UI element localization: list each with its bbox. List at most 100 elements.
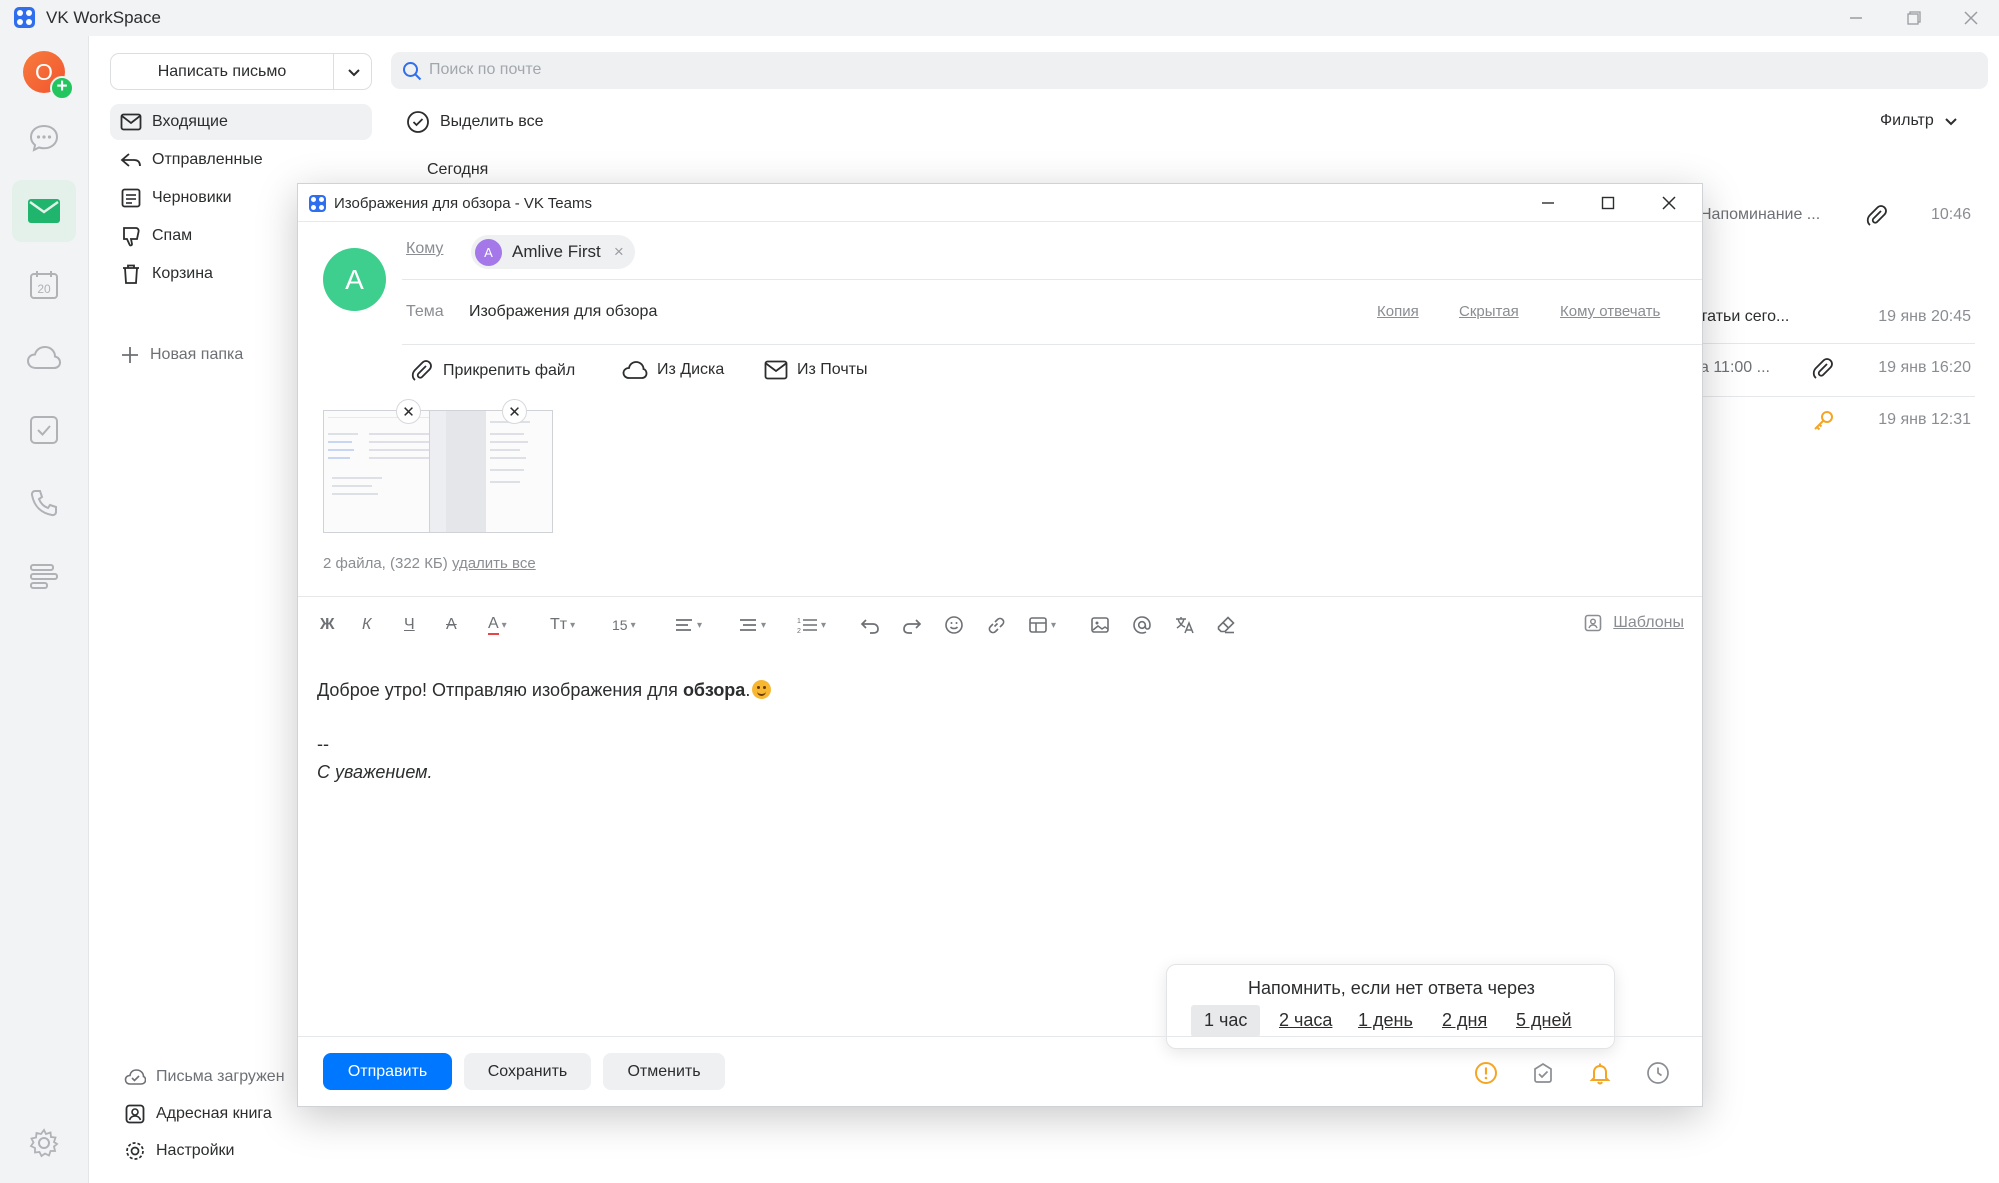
filter-button[interactable]: Фильтр bbox=[1880, 112, 1958, 130]
select-all-button[interactable]: Выделить все bbox=[406, 110, 543, 134]
link-icon[interactable] bbox=[986, 613, 1006, 637]
reminder-option-2d[interactable]: 2 дня bbox=[1442, 1005, 1487, 1037]
calendar-day: 20 bbox=[37, 282, 51, 296]
paperclip-icon bbox=[1865, 204, 1889, 228]
envelope-icon bbox=[764, 360, 788, 380]
important-icon[interactable] bbox=[1474, 1061, 1498, 1085]
bullet-list-icon bbox=[740, 619, 756, 631]
from-mail-button[interactable]: Из Почты bbox=[764, 359, 868, 381]
folder-label: Корзина bbox=[152, 265, 213, 282]
maximize-icon[interactable] bbox=[1578, 184, 1638, 222]
chevron-down-icon[interactable] bbox=[347, 65, 361, 79]
bold-button[interactable]: Ж bbox=[320, 613, 334, 637]
restore-icon[interactable] bbox=[1885, 0, 1943, 36]
settings-gear-icon[interactable] bbox=[12, 1112, 76, 1174]
phone-icon[interactable] bbox=[12, 472, 76, 534]
mail-loading-status: Письма загружен bbox=[124, 1066, 285, 1088]
remove-attachment-icon[interactable]: ✕ bbox=[502, 399, 527, 424]
align-left-icon bbox=[676, 619, 692, 631]
signature-dash: -- bbox=[317, 734, 329, 754]
cloud-icon[interactable] bbox=[12, 327, 76, 389]
align-button[interactable]: ▾ bbox=[674, 613, 702, 637]
compose-button[interactable]: Написать письмо bbox=[110, 53, 372, 90]
boards-icon[interactable] bbox=[12, 545, 76, 607]
templates-button[interactable]: Шаблоны bbox=[1583, 613, 1684, 633]
send-button[interactable]: Отправить bbox=[323, 1053, 452, 1090]
files-count: 2 файла, (322 КБ) bbox=[323, 555, 448, 572]
close-app-icon[interactable] bbox=[1942, 0, 1999, 36]
mention-icon[interactable] bbox=[1132, 613, 1152, 637]
subject-label: Тема bbox=[406, 303, 444, 320]
remove-recipient-icon[interactable]: × bbox=[614, 242, 624, 262]
cancel-button[interactable]: Отменить bbox=[603, 1053, 725, 1090]
loading-label: Письма загружен bbox=[156, 1068, 285, 1085]
numbered-list-button[interactable]: 1 2 ▾ bbox=[796, 613, 826, 637]
from-mail-label: Из Почты bbox=[797, 361, 868, 378]
reminder-option-1d[interactable]: 1 день bbox=[1358, 1005, 1413, 1037]
bullet-list-button[interactable]: ▾ bbox=[738, 613, 766, 637]
bold-word: обзора bbox=[682, 680, 746, 700]
reminder-bell-icon[interactable] bbox=[1588, 1061, 1612, 1085]
search-placeholder: Поиск по почте bbox=[429, 61, 542, 78]
formatting-toolbar: Ж К Ч А А ▾ Тт ▾ 15 ▾ ▾ ▾ 1 2 ▾ ▾ Шаблон… bbox=[298, 596, 1702, 652]
app-title: VK WorkSpace bbox=[46, 8, 161, 27]
subject-input[interactable]: Изображения для обзора bbox=[469, 303, 657, 321]
save-button[interactable]: Сохранить bbox=[464, 1053, 591, 1090]
table-button[interactable]: ▾ bbox=[1028, 613, 1056, 637]
undo-icon[interactable] bbox=[860, 613, 880, 637]
mail-row[interactable]: Напоминание ... 10:46 bbox=[1700, 191, 1975, 241]
trash-icon bbox=[120, 263, 142, 285]
add-account-icon[interactable]: + bbox=[50, 76, 74, 100]
mail-icon[interactable] bbox=[12, 180, 76, 242]
text-color-button[interactable]: А ▾ bbox=[488, 613, 507, 637]
key-icon bbox=[1811, 409, 1835, 433]
emoji-icon[interactable] bbox=[944, 613, 964, 637]
italic-button[interactable]: К bbox=[362, 613, 371, 637]
delete-all-link[interactable]: удалить все bbox=[452, 555, 536, 572]
to-label[interactable]: Кому bbox=[406, 240, 443, 258]
recipient-chip[interactable]: A Amlive First × bbox=[471, 235, 635, 269]
message-body[interactable]: Доброе утро! Отправляю изображения для о… bbox=[317, 676, 772, 786]
reminder-option-1h[interactable]: 1 час bbox=[1191, 1005, 1261, 1037]
close-icon[interactable] bbox=[1639, 184, 1699, 222]
underline-button[interactable]: Ч bbox=[404, 613, 415, 637]
from-disk-button[interactable]: Из Диска bbox=[622, 359, 724, 381]
mail-row[interactable]: а 11:00 ... 19 янв 16:20 bbox=[1700, 344, 1975, 394]
folder-sent[interactable]: Отправленные bbox=[110, 142, 372, 178]
remove-attachment-icon[interactable]: ✕ bbox=[396, 399, 421, 424]
filter-label: Фильтр bbox=[1880, 112, 1934, 129]
font-size-select[interactable]: 15 ▾ bbox=[612, 613, 636, 637]
mail-row[interactable]: 19 янв 12:31 bbox=[1700, 396, 1975, 446]
minimize-icon[interactable] bbox=[1827, 0, 1885, 36]
new-folder-button[interactable]: Новая папка bbox=[120, 345, 243, 365]
attach-file-button[interactable]: Прикрепить файл bbox=[410, 359, 575, 383]
search-input[interactable]: Поиск по почте bbox=[391, 52, 1988, 89]
font-style-button[interactable]: Тт ▾ bbox=[550, 613, 575, 637]
svg-text:2: 2 bbox=[797, 628, 801, 635]
address-book-link[interactable]: Адресная книга bbox=[124, 1103, 272, 1125]
app-titlebar: VK WorkSpace bbox=[0, 0, 1999, 36]
attachment-thumbnail[interactable] bbox=[429, 410, 553, 533]
reply-to-link[interactable]: Кому отвечать bbox=[1560, 303, 1660, 320]
strikethrough-button[interactable]: А bbox=[446, 613, 457, 637]
mail-row[interactable]: татьи сего... 19 янв 20:45 bbox=[1700, 293, 1975, 343]
messenger-icon[interactable] bbox=[12, 107, 76, 169]
clear-format-icon[interactable] bbox=[1216, 613, 1236, 637]
table-icon bbox=[1029, 617, 1047, 633]
reminder-option-2h[interactable]: 2 часа bbox=[1279, 1005, 1332, 1037]
redo-icon[interactable] bbox=[902, 613, 922, 637]
vk-teams-logo-icon bbox=[309, 195, 326, 212]
schedule-clock-icon[interactable] bbox=[1646, 1061, 1670, 1085]
minimize-icon[interactable] bbox=[1518, 184, 1578, 222]
cc-link[interactable]: Копия bbox=[1377, 303, 1419, 320]
settings-link[interactable]: Настройки bbox=[124, 1140, 234, 1162]
read-receipt-icon[interactable] bbox=[1531, 1061, 1555, 1085]
tasks-icon[interactable] bbox=[12, 399, 76, 461]
bcc-link[interactable]: Скрытая bbox=[1459, 303, 1519, 320]
reminder-option-5d[interactable]: 5 дней bbox=[1516, 1005, 1572, 1037]
folder-inbox[interactable]: Входящие bbox=[110, 104, 372, 140]
gear-icon bbox=[126, 1142, 144, 1160]
image-icon[interactable] bbox=[1090, 613, 1110, 637]
translate-icon[interactable] bbox=[1174, 613, 1196, 637]
calendar-icon[interactable]: 20 bbox=[12, 254, 76, 316]
